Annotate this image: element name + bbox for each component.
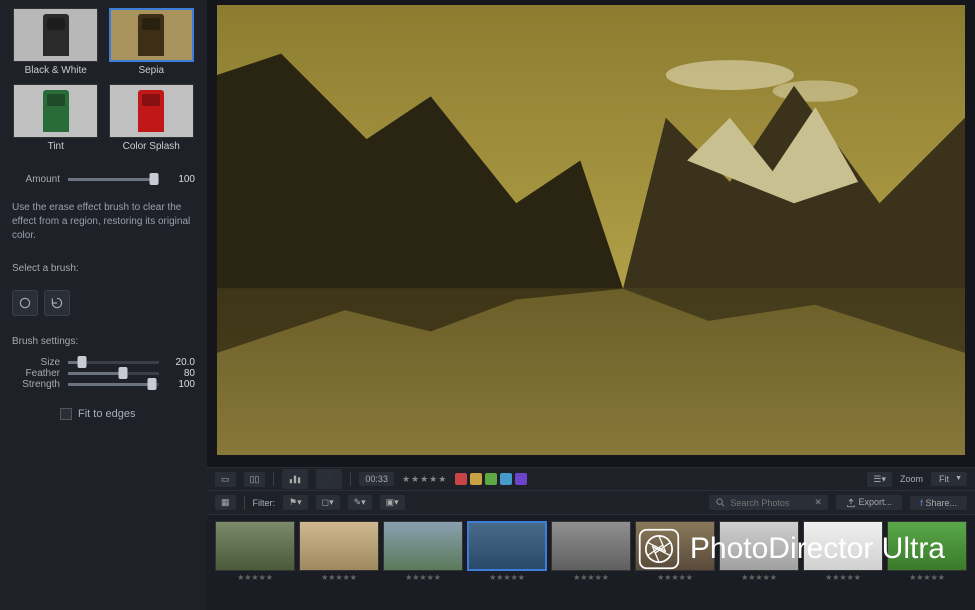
zoom-value: Fit <box>939 474 949 484</box>
thumbnail-item[interactable]: ★★★★★ <box>635 521 715 582</box>
share-button[interactable]: f Share... <box>910 496 967 510</box>
size-label: Size <box>12 357 60 368</box>
thumbnail-item[interactable]: ★★★★★ <box>299 521 379 582</box>
circle-brush-icon <box>18 296 32 310</box>
thumbnail-item[interactable]: ★★★★★ <box>887 521 967 582</box>
thumb-rating-stars: ★★★★★ <box>237 573 273 582</box>
layout-toggle-button[interactable]: ☰▾ <box>867 472 892 487</box>
thumb-rating-stars: ★★★★★ <box>657 573 693 582</box>
select-brush-label: Select a brush: <box>12 263 195 274</box>
zoom-dropdown[interactable]: Fit <box>931 472 967 486</box>
brush-picker <box>12 290 195 316</box>
thumbnail-item[interactable]: ★★★★★ <box>719 521 799 582</box>
effect-label: Color Splash <box>123 141 180 152</box>
color-label-swatch[interactable] <box>485 473 497 485</box>
filter-flag-button[interactable]: ⚑▾ <box>283 495 308 510</box>
brush-circle-button[interactable] <box>12 290 38 316</box>
thumb-rating-stars: ★★★★★ <box>321 573 357 582</box>
size-value: 20.0 <box>167 357 195 368</box>
size-slider-row: Size 20.0 <box>12 357 195 368</box>
thumbnail-strip: ★★★★★ ★★★★★ ★★★★★ ★★★★★ ★★★★★ ★★★★★ ★★★★… <box>207 515 975 610</box>
color-label-swatch[interactable] <box>500 473 512 485</box>
search-box: ✕ <box>709 495 828 510</box>
thumb-rating-stars: ★★★★★ <box>825 573 861 582</box>
thumbnail-item[interactable]: ★★★★★ <box>215 521 295 582</box>
export-icon <box>846 498 856 508</box>
effect-preset-tint[interactable]: Tint <box>12 84 100 152</box>
effect-grid: Black & White Sepia Tint Color Splash <box>12 8 195 152</box>
filter-tag-button[interactable]: ◻▾ <box>316 495 340 510</box>
photo-canvas[interactable] <box>217 5 965 455</box>
amount-value: 100 <box>167 174 195 185</box>
effect-preset-color-splash[interactable]: Color Splash <box>108 84 196 152</box>
search-input[interactable] <box>730 498 810 508</box>
fit-edges-checkbox[interactable] <box>60 408 72 420</box>
export-label: Export... <box>858 497 892 507</box>
sepia-lake-image <box>217 5 965 455</box>
filter-bar: ▦ Filter: ⚑▾ ◻▾ ✎▾ ▣▾ ✕ Export... f Shar… <box>207 491 975 515</box>
share-label: Share... <box>925 498 957 508</box>
export-button[interactable]: Export... <box>836 495 902 510</box>
amount-label: Amount <box>12 174 60 185</box>
search-icon <box>715 497 726 508</box>
amount-slider-row: Amount 100 <box>12 174 195 185</box>
histogram-icon <box>288 471 302 485</box>
color-label-swatch[interactable] <box>515 473 527 485</box>
thumb-rating-stars: ★★★★★ <box>741 573 777 582</box>
strength-slider-row: Strength 100 <box>12 379 195 390</box>
effect-preset-sepia[interactable]: Sepia <box>108 8 196 76</box>
histogram-button[interactable] <box>282 469 308 489</box>
effect-preset-black-white[interactable]: Black & White <box>12 8 100 76</box>
filter-label: Filter: <box>253 498 276 508</box>
erase-brush-help-text: Use the erase effect brush to clear the … <box>12 201 195 243</box>
restore-brush-icon <box>50 296 64 310</box>
brush-restore-button[interactable] <box>44 290 70 316</box>
fit-edges-label: Fit to edges <box>78 408 135 420</box>
main-area: ▭ ▯▯ 00:33 ★★★★★ ☰▾ Zoom Fit ▦ Filter: ⚑… <box>207 0 975 610</box>
effect-label: Sepia <box>138 65 164 76</box>
rating-stars[interactable]: ★★★★★ <box>402 474 447 485</box>
strength-label: Strength <box>12 379 60 390</box>
facebook-icon: f <box>920 498 923 508</box>
effect-label: Tint <box>48 141 64 152</box>
filter-stack-button[interactable]: ▣▾ <box>380 495 405 510</box>
thumbnail-item[interactable]: ★★★★★ <box>467 521 547 582</box>
zoom-label: Zoom <box>900 474 923 484</box>
fit-edges-row: Fit to edges <box>12 408 195 420</box>
filmstrip-mode-button[interactable]: ▦ <box>215 495 236 510</box>
thumbnail-item[interactable]: ★★★★★ <box>551 521 631 582</box>
thumb-rating-stars: ★★★★★ <box>909 573 945 582</box>
color-label-swatch[interactable] <box>470 473 482 485</box>
view-toolbar: ▭ ▯▯ 00:33 ★★★★★ ☰▾ Zoom Fit <box>207 467 975 491</box>
thumb-rating-stars: ★★★★★ <box>573 573 609 582</box>
thumbnail-item[interactable]: ★★★★★ <box>383 521 463 582</box>
amount-slider[interactable] <box>68 178 159 181</box>
thumbnail-item[interactable]: ★★★★★ <box>803 521 883 582</box>
strength-value: 100 <box>167 379 195 390</box>
thumb-rating-stars: ★★★★★ <box>489 573 525 582</box>
feather-slider-row: Feather 80 <box>12 368 195 379</box>
brush-settings-label: Brush settings: <box>12 336 195 347</box>
search-clear-button[interactable]: ✕ <box>814 497 822 508</box>
effect-label: Black & White <box>25 65 87 76</box>
feather-label: Feather <box>12 368 60 379</box>
view-compare-button[interactable]: ▯▯ <box>244 472 266 487</box>
size-slider[interactable] <box>68 361 159 364</box>
thumb-rating-stars: ★★★★★ <box>405 573 441 582</box>
canvas-area <box>207 0 975 467</box>
view-single-button[interactable]: ▭ <box>215 472 236 487</box>
color-label-swatch[interactable] <box>455 473 467 485</box>
feather-value: 80 <box>167 368 195 379</box>
rating-badge: 00:33 <box>359 472 394 486</box>
filter-edit-button[interactable]: ✎▾ <box>348 495 372 510</box>
strength-slider[interactable] <box>68 383 159 386</box>
brush-icon <box>322 471 336 485</box>
brush-tool-button[interactable] <box>316 469 342 489</box>
feather-slider[interactable] <box>68 372 159 375</box>
effects-sidebar: Black & White Sepia Tint Color Splash Am… <box>0 0 207 610</box>
